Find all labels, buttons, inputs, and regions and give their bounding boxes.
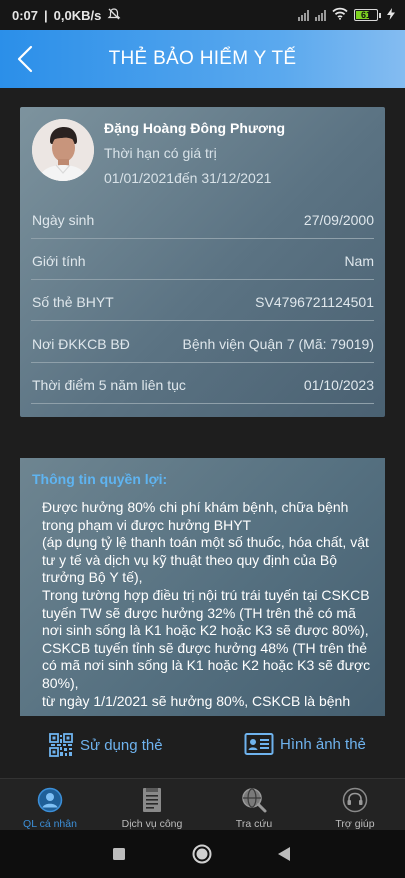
signal-icon <box>298 9 309 21</box>
tab-label: Trợ giúp <box>335 818 375 830</box>
status-right: 61 <box>298 7 395 23</box>
info-row-registered-hospital: Nơi ĐKKCB BĐ Bệnh viện Quận 7 (Mã: 79019… <box>31 325 374 363</box>
info-value: 01/10/2023 <box>303 376 374 393</box>
info-label: Thời điểm 5 năm liên tục <box>32 376 186 393</box>
info-label: Giới tính <box>32 252 86 269</box>
bolt-icon <box>387 7 395 23</box>
id-card-icon <box>244 733 274 755</box>
user-circle-icon <box>35 785 65 815</box>
recents-button[interactable] <box>108 843 130 865</box>
status-left: 0:07 | 0,0KB/s <box>12 7 121 24</box>
system-back-button[interactable] <box>273 843 295 865</box>
card-actions: Sử dụng thẻ Hình ảnh thẻ <box>0 722 405 774</box>
headset-icon <box>340 785 370 815</box>
back-icon <box>278 847 290 861</box>
tab-personal[interactable]: QL cá nhân <box>6 785 94 830</box>
tab-help[interactable]: Trợ giúp <box>311 785 399 830</box>
info-label: Nơi ĐKKCB BĐ <box>32 335 130 352</box>
app-header: THẺ BẢO HIỂM Y TẾ <box>0 30 405 88</box>
tab-label: Dịch vụ công <box>121 818 183 830</box>
chevron-left-icon <box>17 45 33 73</box>
card-image-label: Hình ảnh thẻ <box>280 735 366 753</box>
mute-icon <box>107 7 121 24</box>
use-card-label: Sử dụng thẻ <box>80 736 163 754</box>
tab-lookup[interactable]: Tra cứu <box>210 785 298 830</box>
tab-label: QL cá nhân <box>23 818 77 830</box>
info-label: Số thẻ BHYT <box>32 293 114 310</box>
home-button[interactable] <box>191 843 213 865</box>
benefits-title: Thông tin quyền lợi: <box>32 471 168 487</box>
info-label: Ngày sinh <box>32 211 95 228</box>
card-image-button[interactable]: Hình ảnh thẻ <box>244 732 366 756</box>
network-speed: 0,0KB/s <box>53 7 102 23</box>
system-nav-bar <box>0 830 405 878</box>
document-icon <box>137 785 167 815</box>
insurance-card: Đặng Hoàng Đông Phương Thời hạn có giá t… <box>20 107 385 417</box>
battery-level: 61 <box>360 10 371 20</box>
signal-icon <box>315 9 326 21</box>
tab-public-services[interactable]: Dịch vụ công <box>108 785 196 830</box>
info-value: 27/09/2000 <box>303 211 374 228</box>
benefits-text: Được hưởng 80% chi phí khám bệnh, chữa b… <box>42 499 371 709</box>
qr-code-icon <box>49 733 73 757</box>
status-bar: 0:07 | 0,0KB/s 61 <box>0 0 405 30</box>
avatar <box>32 119 94 181</box>
info-value: Nam <box>344 252 374 269</box>
search-globe-icon <box>239 785 269 815</box>
info-value: Bệnh viện Quận 7 (Mã: 79019) <box>182 335 374 352</box>
battery-icon: 61 <box>354 9 381 21</box>
tab-label: Tra cứu <box>235 818 273 830</box>
status-separator: | <box>44 7 48 23</box>
wifi-icon <box>332 7 348 23</box>
validity-range: 01/01/2021đến 31/12/2021 <box>104 170 272 186</box>
holder-name: Đặng Hoàng Đông Phương <box>104 120 286 136</box>
info-row-five-years: Thời điểm 5 năm liên tục 01/10/2023 <box>31 366 374 404</box>
page-title: THẺ BẢO HIỂM Y TẾ <box>108 48 297 69</box>
use-card-button[interactable]: Sử dụng thẻ <box>48 732 163 758</box>
status-time: 0:07 <box>12 7 39 23</box>
validity-label: Thời hạn có giá trị <box>104 145 217 161</box>
recents-icon <box>113 848 125 860</box>
info-row-card-number: Số thẻ BHYT SV4796721124501 <box>31 283 374 321</box>
back-button[interactable] <box>10 42 40 76</box>
info-value: SV4796721124501 <box>255 293 374 310</box>
benefits-panel[interactable]: Thông tin quyền lợi: Được hưởng 80% chi … <box>20 458 385 716</box>
info-row-gender: Giới tính Nam <box>31 242 374 280</box>
home-icon <box>192 844 212 864</box>
info-row-birthdate: Ngày sinh 27/09/2000 <box>31 201 374 239</box>
bottom-tab-bar: QL cá nhân Dịch vụ công Tra cứu Trợ giúp <box>0 778 405 830</box>
